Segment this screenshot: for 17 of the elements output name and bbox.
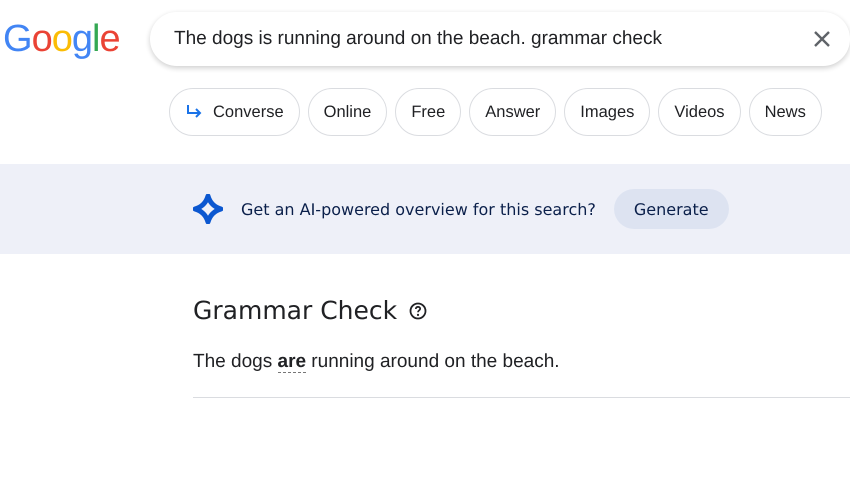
search-field[interactable]: The dogs is running around on the beach. grammar check bbox=[174, 28, 812, 50]
filter-chip[interactable]: Videos bbox=[658, 88, 741, 136]
help-icon[interactable] bbox=[409, 302, 428, 320]
close-icon[interactable] bbox=[812, 29, 832, 49]
filter-chip[interactable]: News bbox=[748, 88, 822, 136]
filter-chip[interactable]: Answer bbox=[469, 88, 556, 136]
ai-overview-prompt: Get an AI-powered overview for this search? bbox=[241, 200, 596, 218]
filter-chip[interactable]: Online bbox=[308, 88, 388, 136]
corrected-sentence: The dogs are running around on the beach. bbox=[193, 351, 561, 373]
filter-chip[interactable]: Free bbox=[395, 88, 462, 136]
filter-chip[interactable]: Images bbox=[564, 88, 650, 136]
sparkle-icon bbox=[193, 194, 223, 224]
turn-arrow-icon bbox=[185, 104, 203, 120]
grammar-check-heading: Grammar Check bbox=[193, 296, 398, 325]
filter-chip[interactable]: Converse bbox=[169, 88, 300, 136]
generate-button[interactable]: Generate bbox=[614, 189, 729, 229]
google-logo[interactable]: Google bbox=[0, 18, 150, 60]
